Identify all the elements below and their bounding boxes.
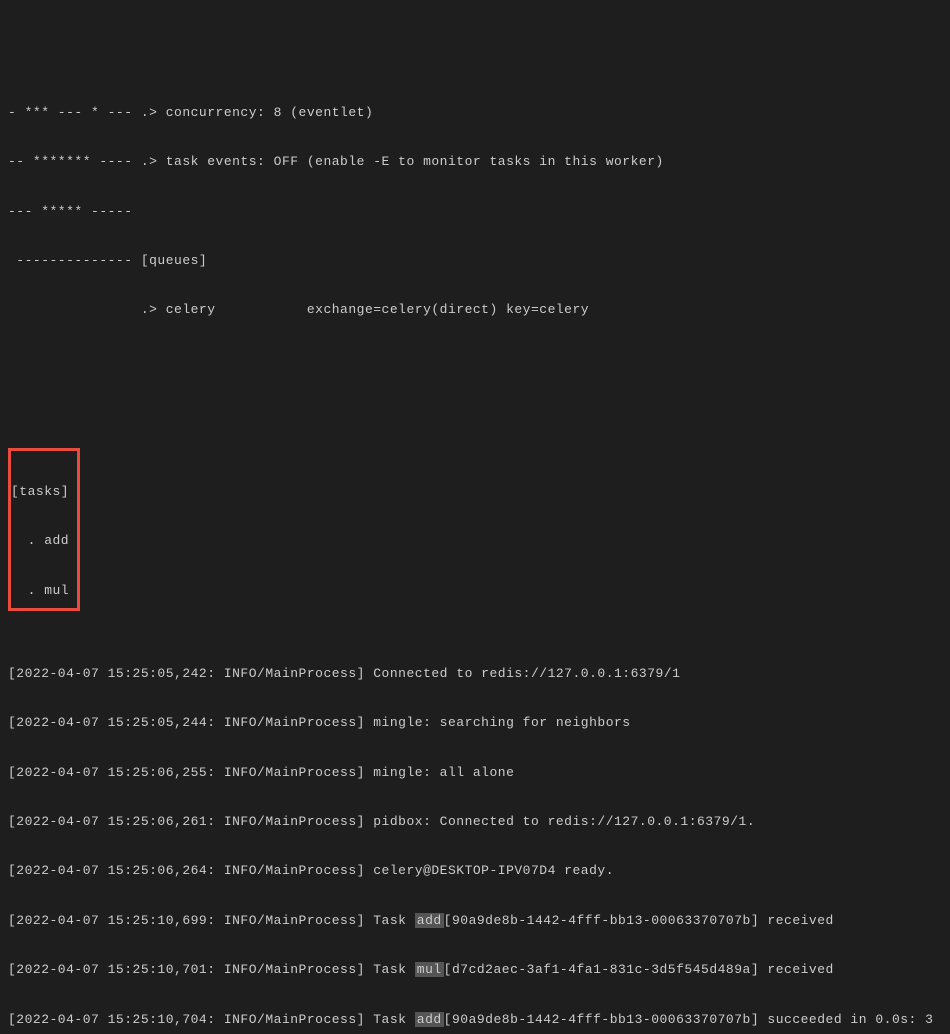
header-task-events: -- ******* ---- .> task events: OFF (ena… [8, 150, 942, 175]
tasks-header: [tasks] [11, 480, 69, 505]
task-name-highlight-add: add [415, 1012, 444, 1027]
header-celery-queue: .> celery exchange=celery(direct) key=ce… [8, 298, 942, 323]
log-connected: [2022-04-07 15:25:05,242: INFO/MainProce… [8, 662, 942, 687]
blank-line [8, 348, 942, 373]
blank-line [8, 397, 942, 422]
log-prefix: [2022-04-07 15:25:10,704: INFO/MainProce… [8, 1012, 415, 1027]
tasks-highlight-box: [tasks] . add . mul [8, 448, 80, 610]
task-name-highlight-mul: mul [415, 962, 444, 977]
log-suffix: [d7cd2aec-3af1-4fa1-831c-3d5f545d489a] r… [444, 962, 834, 977]
log-task-add-received: [2022-04-07 15:25:10,699: INFO/MainProce… [8, 909, 942, 934]
log-task-add-succeeded: [2022-04-07 15:25:10,704: INFO/MainProce… [8, 1008, 942, 1033]
task-item-add: . add [11, 529, 69, 554]
log-suffix: [90a9de8b-1442-4fff-bb13-00063370707b] r… [444, 913, 834, 928]
header-queues: -------------- [queues] [8, 249, 942, 274]
log-prefix: [2022-04-07 15:25:10,701: INFO/MainProce… [8, 962, 415, 977]
log-mingle-search: [2022-04-07 15:25:05,244: INFO/MainProce… [8, 711, 942, 736]
log-pidbox: [2022-04-07 15:25:06,261: INFO/MainProce… [8, 810, 942, 835]
task-item-mul: . mul [11, 579, 69, 604]
log-prefix: [2022-04-07 15:25:10,699: INFO/MainProce… [8, 913, 415, 928]
log-ready: [2022-04-07 15:25:06,264: INFO/MainProce… [8, 859, 942, 884]
task-name-highlight-add: add [415, 913, 444, 928]
log-suffix: [90a9de8b-1442-4fff-bb13-00063370707b] s… [444, 1012, 934, 1027]
header-concurrency: - *** --- * --- .> concurrency: 8 (event… [8, 101, 942, 126]
blank-line [8, 613, 942, 638]
log-task-mul-received: [2022-04-07 15:25:10,701: INFO/MainProce… [8, 958, 942, 983]
log-mingle-alone: [2022-04-07 15:25:06,255: INFO/MainProce… [8, 761, 942, 786]
header-banner-line: --- ***** ----- [8, 200, 942, 225]
